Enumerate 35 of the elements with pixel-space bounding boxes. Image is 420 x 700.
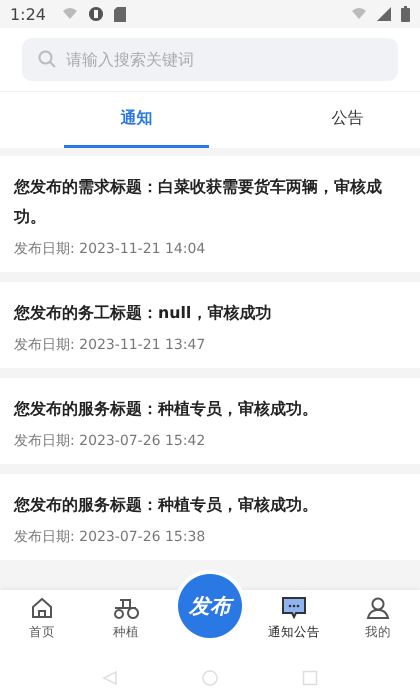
notice-date: 发布日期: 2023-07-26 15:38 — [14, 528, 206, 546]
wifi-icon — [62, 7, 78, 21]
notice-card[interactable]: 您发布的服务标题：种植专员，审核成功。 发布日期: 2023-07-26 15:38 — [0, 474, 420, 560]
nav-item[interactable]: 首页 — [0, 590, 84, 656]
notice-title: 您发布的服务标题：种植专员，审核成功。 — [14, 494, 319, 516]
user-icon — [366, 596, 390, 620]
status-time: 1:24 — [10, 4, 46, 24]
nav-item[interactable]: 通知公告 — [252, 590, 336, 656]
notice-title: 您发布的需求标题：白菜收获需要货车两辆，审核成功。 — [14, 176, 383, 228]
home-button-icon[interactable] — [202, 670, 218, 686]
app-icon — [88, 6, 104, 22]
home-icon — [30, 596, 54, 620]
notice-card[interactable]: 您发布的服务标题：种植专员，审核成功。 发布日期: 2023-07-26 15:42 — [0, 378, 420, 464]
search-field[interactable]: 请输入搜索关键词 — [22, 38, 398, 81]
tractor-icon — [112, 596, 140, 620]
notice-date: 发布日期: 2023-11-21 14:04 — [14, 240, 206, 258]
nav-item[interactable]: 我的 — [336, 590, 420, 656]
tab[interactable]: 通知 — [64, 92, 209, 148]
notice-card[interactable]: 您发布的需求标题：白菜收获需要货车两辆，审核成功。 发布日期: 2023-11-21 14:04 — [0, 156, 420, 272]
nav-item[interactable]: 种植 — [84, 590, 168, 656]
notice-date: 发布日期: 2023-07-26 15:42 — [14, 432, 206, 450]
notice-title: 您发布的服务标题：种植专员，审核成功。 — [14, 398, 319, 420]
notice-card[interactable]: 您发布的务工标题：null，审核成功 发布日期: 2023-11-21 13:47 — [0, 282, 420, 368]
wifi-icon — [351, 7, 367, 21]
sd-card-icon — [114, 6, 126, 22]
battery-icon — [401, 6, 410, 22]
notice-title: 您发布的务工标题：null，审核成功 — [14, 302, 272, 324]
notice-date: 发布日期: 2023-11-21 13:47 — [14, 336, 206, 354]
tab[interactable]: 公告 — [275, 92, 420, 148]
search-icon — [38, 50, 56, 68]
back-icon[interactable] — [102, 670, 118, 686]
signal-icon — [377, 7, 391, 21]
message-icon — [281, 596, 307, 620]
publish-button[interactable]: 发布 — [178, 574, 242, 638]
recents-icon[interactable] — [302, 670, 318, 686]
